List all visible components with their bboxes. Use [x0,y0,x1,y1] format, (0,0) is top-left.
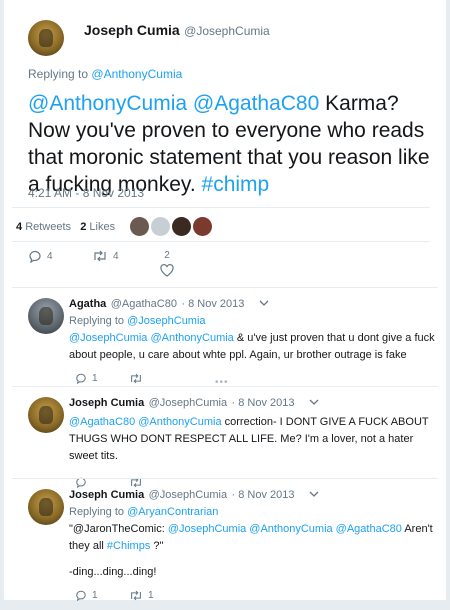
like-count: 2 [164,250,170,261]
author-handle[interactable]: @JosephCumia [149,489,227,501]
avatar[interactable] [28,20,64,56]
replying-to-link[interactable]: @AryanContrarian [127,506,218,518]
author-name[interactable]: Agatha [69,298,106,310]
reply-icon [29,250,41,263]
likes-stat[interactable]: 2 Likes [80,221,115,233]
divider [12,241,430,242]
avatar[interactable] [193,217,212,236]
avatar[interactable] [130,217,149,236]
reply-hashtag[interactable]: #Chimps [107,540,150,552]
tweet-date[interactable]: · 8 Nov 2013 [181,298,244,310]
author-name[interactable]: Joseph Cumia [69,489,144,501]
author-handle[interactable]: @JosephCumia [149,397,227,409]
reply-icon [76,590,86,601]
left-gutter [0,0,4,600]
reply-body: Agatha @AgathaC80 · 8 Nov 2013 Replying … [69,294,439,393]
reply-text: "@JaronTheComic: @JosephCumia @AnthonyCu… [69,521,439,555]
quote-open: "@JaronTheComic: [69,523,168,535]
reply-tweet[interactable]: Agatha @AgathaC80 · 8 Nov 2013 Replying … [12,288,442,388]
reply-icon [76,373,86,384]
tweet-timestamp[interactable]: 4:21 AM - 8 Nov 2013 [28,186,144,200]
retweet-icon [131,590,141,601]
chevron-down-icon[interactable] [259,300,269,306]
tweet-date[interactable]: · 8 Nov 2013 [232,489,295,501]
avatar[interactable] [28,489,64,525]
replying-to-link[interactable]: @JosephCumia [127,315,205,327]
tweet-mentions[interactable]: @AnthonyCumia @AgathaC80 [28,92,319,115]
tweet-date[interactable]: · 8 Nov 2013 [232,397,295,409]
tweet-header: Joseph Cumia @JosephCumia [12,0,442,62]
reply-tweet[interactable]: Joseph Cumia @JosephCumia · 8 Nov 2013 @… [12,387,442,488]
replying-prefix: Replying to [69,315,125,327]
liker-avatars [130,217,212,236]
right-gutter [446,0,450,600]
reply-mentions[interactable]: @JosephCumia @AnthonyCumia [69,332,234,344]
reply-button[interactable]: 4 [28,250,53,263]
avatar[interactable] [28,298,64,334]
retweets-stat[interactable]: 4 Retweets [16,221,71,233]
author-handle[interactable]: @AgathaC80 [111,298,177,310]
retweet-count: 4 [113,250,119,262]
tweet-actions: 4 4 2 [12,250,432,286]
reply-text: @JosephCumia @AnthonyCumia & u've just p… [69,330,439,364]
reply-count: 1 [92,373,98,384]
author-handle[interactable]: @JosephCumia [184,24,270,38]
chevron-down-icon[interactable] [309,399,319,405]
like-button[interactable]: 2 [160,250,174,277]
replying-prefix: Replying to [69,506,125,518]
reply-body-text: ?" [150,540,164,552]
chevron-down-icon[interactable] [309,491,319,497]
reply-tweet[interactable]: Joseph Cumia @JosephCumia · 8 Nov 2013 R… [12,479,442,601]
tweet-hashtag[interactable]: #chimp [202,173,270,196]
replying-prefix: Replying to [28,67,89,81]
avatar[interactable] [151,217,170,236]
author-line[interactable]: Joseph Cumia @JosephCumia [84,22,270,40]
reply-text: @AgathaC80 @AnthonyCumia correction- I D… [69,414,439,465]
author-line: Joseph Cumia @JosephCumia · 8 Nov 2013 [69,393,439,411]
retweet-icon [131,373,141,384]
main-tweet: Joseph Cumia @JosephCumia Replying to @A… [12,0,442,200]
replying-to: Replying to @AryanContrarian [69,506,439,518]
retweet-button[interactable]: 1 [129,590,154,601]
retweet-icon [94,250,106,262]
reply-body: Joseph Cumia @JosephCumia · 8 Nov 2013 R… [69,485,439,610]
heart-icon [160,264,174,277]
reply-count: 4 [47,251,53,262]
reply-text-line2: -ding...ding...ding! [69,566,157,578]
retweet-count: 1 [148,590,154,601]
author-name[interactable]: Joseph Cumia [84,22,180,38]
author-name[interactable]: Joseph Cumia [69,397,144,409]
replying-to-link[interactable]: @AnthonyCumia [91,67,182,81]
reply-mentions[interactable]: @JosephCumia @AnthonyCumia @AgathaC80 [168,523,402,535]
reply-count: 1 [92,590,98,601]
replying-to: Replying to @AnthonyCumia [28,67,182,81]
author-line: Agatha @AgathaC80 · 8 Nov 2013 [69,294,439,312]
avatar[interactable] [28,397,64,433]
replying-to: Replying to @JosephCumia [69,315,439,327]
reply-button[interactable]: 1 [75,373,98,384]
tweet-thread-page: Joseph Cumia @JosephCumia Replying to @A… [0,0,450,601]
avatar[interactable] [172,217,191,236]
retweet-button[interactable] [129,373,143,384]
author-line: Joseph Cumia @JosephCumia · 8 Nov 2013 [69,485,439,503]
tweet-text: @AnthonyCumia @AgathaC80 Karma? Now you'… [28,90,438,198]
divider [12,207,430,208]
reply-actions: 1 1 [69,590,439,610]
retweet-button[interactable]: 4 [92,250,119,262]
reply-mentions[interactable]: @AgathaC80 @AnthonyCumia [69,416,222,428]
engagement-stats: 4 Retweets 2 Likes [16,221,115,233]
reply-button[interactable]: 1 [75,590,98,601]
